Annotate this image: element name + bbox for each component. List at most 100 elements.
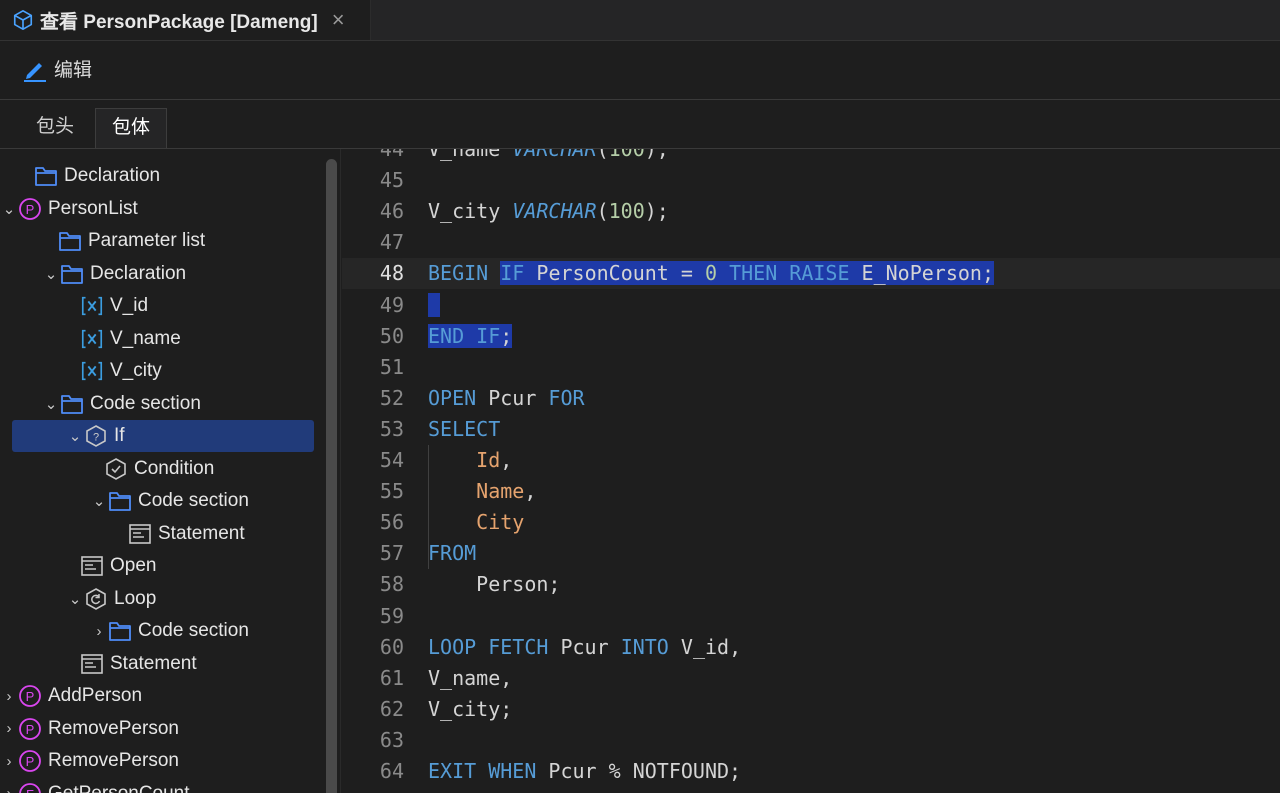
tree-item-label: Condition xyxy=(134,457,215,479)
code-line[interactable]: 46 V_city VARCHAR(100); xyxy=(342,196,1280,227)
tree-item-addperson[interactable]: › P AddPerson xyxy=(0,680,320,712)
tree-scrollbar[interactable] xyxy=(326,159,337,793)
code-line[interactable]: 63 xyxy=(342,725,1280,756)
chevron-right-icon[interactable]: › xyxy=(90,623,108,640)
tree-item-condition[interactable]: Condition xyxy=(0,453,320,485)
tree-item-open[interactable]: Open xyxy=(0,550,320,582)
code-text: BEGIN IF PersonCount = 0 THEN RAISE E_No… xyxy=(428,261,995,286)
code-line[interactable]: 51 xyxy=(342,352,1280,383)
line-number: 57 xyxy=(379,541,404,566)
code-line[interactable]: 49 xyxy=(342,290,1280,321)
line-number: 49 xyxy=(379,292,404,317)
chevron-down-icon[interactable]: ⌄ xyxy=(42,395,60,413)
tree-item-code-section[interactable]: › Code section xyxy=(0,615,320,647)
code-line[interactable]: 45 xyxy=(342,165,1280,196)
code-line[interactable]: 55 Name, xyxy=(342,476,1280,507)
code-line[interactable]: 59 xyxy=(342,601,1280,632)
chevron-down-icon[interactable]: ⌄ xyxy=(42,265,60,283)
tree-item-v_id[interactable]: V_id xyxy=(0,290,320,322)
code-text: City xyxy=(476,510,525,535)
if-icon: ? xyxy=(84,424,108,448)
tree-item-label: Loop xyxy=(114,587,157,609)
code-text xyxy=(428,290,441,321)
tree-item-declaration[interactable]: ⌄ Declaration xyxy=(0,258,320,290)
tree-item-v_city[interactable]: V_city xyxy=(0,355,320,387)
chevron-down-icon[interactable]: ⌄ xyxy=(66,590,84,608)
svg-text:P: P xyxy=(26,202,35,217)
tree-item-if[interactable]: ⌄? If xyxy=(12,420,314,452)
chevron-down-icon[interactable]: ⌄ xyxy=(90,492,108,510)
line-number: 54 xyxy=(379,448,404,472)
code-text: V_city; xyxy=(428,696,513,721)
chevron-right-icon[interactable]: › xyxy=(0,785,18,793)
svg-text:F: F xyxy=(26,787,34,793)
chevron-down-icon[interactable]: ⌄ xyxy=(0,200,18,218)
tree-item-removeperson[interactable]: › P RemovePerson xyxy=(0,713,320,745)
tree-item-removeperson[interactable]: › P RemovePerson xyxy=(0,745,320,777)
tree-item-v_name[interactable]: V_name xyxy=(0,323,320,355)
tree-item-personlist[interactable]: ⌄ P PersonList xyxy=(0,193,320,225)
code-line[interactable]: 54 Id, xyxy=(342,445,1280,476)
svg-text:?: ? xyxy=(93,432,99,444)
tree-item-label: V_city xyxy=(110,360,162,381)
tree-item-label: V_name xyxy=(110,327,181,349)
code-line[interactable]: 50 END IF; xyxy=(342,321,1280,352)
chevron-right-icon[interactable]: › xyxy=(0,688,18,705)
code-editor[interactable]: 44 V_name VARCHAR(100); 45 46 V_city VARCHAR… xyxy=(342,149,1280,793)
package-cube-icon xyxy=(13,10,33,30)
code-line[interactable]: 44 V_name VARCHAR(100); xyxy=(342,149,1280,165)
folder-icon xyxy=(60,392,84,416)
code-line[interactable]: 62 V_city; xyxy=(342,694,1280,725)
tab-person-package[interactable]: 查看 PersonPackage [Dameng] × xyxy=(0,0,371,40)
code-line[interactable]: 48 BEGIN IF PersonCount = 0 THEN RAISE E_… xyxy=(342,258,1280,290)
code-line[interactable]: 60 LOOP FETCH Pcur INTO V_id, xyxy=(342,632,1280,663)
chevron-right-icon[interactable]: › xyxy=(0,720,18,737)
line-number: 56 xyxy=(379,510,404,535)
indent-guide xyxy=(428,445,429,570)
line-number: 59 xyxy=(379,603,404,628)
svg-text:P: P xyxy=(26,722,35,737)
tree-item-label: Statement xyxy=(110,652,197,674)
line-number: 51 xyxy=(379,354,404,379)
procedure-icon: P xyxy=(18,717,42,741)
chevron-down-icon[interactable]: ⌄ xyxy=(66,427,84,445)
tab-package-body[interactable]: 包体 xyxy=(95,108,168,148)
line-number: 64 xyxy=(379,759,404,783)
tree-item-label: Declaration xyxy=(90,262,187,284)
code-line[interactable]: 56 City xyxy=(342,507,1280,538)
code-line[interactable]: 57 FROM xyxy=(342,538,1280,569)
code-line[interactable]: 58 Person; xyxy=(342,569,1280,600)
svg-text:P: P xyxy=(26,754,35,769)
code-text: EXIT WHEN Pcur % NOTFOUND; xyxy=(428,759,742,783)
tree-item-declaration[interactable]: Declaration xyxy=(0,160,320,192)
statement-icon xyxy=(128,522,152,546)
line-number: 58 xyxy=(379,572,404,597)
tree-item-label: Code section xyxy=(90,392,201,414)
tree-item-code-section[interactable]: ⌄ Code section xyxy=(0,388,320,420)
tree-item-label: PersonList xyxy=(48,197,138,219)
tree-item-code-section[interactable]: ⌄ Code section xyxy=(0,485,320,517)
tree-item-parameter-list[interactable]: Parameter list xyxy=(0,225,320,257)
code-text: Name, xyxy=(476,479,537,504)
edit-button[interactable]: 编辑 xyxy=(22,55,92,82)
tab-package-header[interactable]: 包头 xyxy=(20,108,90,148)
chevron-right-icon[interactable]: › xyxy=(0,753,18,770)
tree-item-loop[interactable]: ⌄ Loop xyxy=(0,583,320,615)
code-line[interactable]: 61 V_name, xyxy=(342,663,1280,694)
code-text: V_city VARCHAR(100); xyxy=(428,199,669,224)
code-line[interactable]: 52 OPEN Pcur FOR xyxy=(342,383,1280,414)
close-icon[interactable]: × xyxy=(332,9,345,31)
tree-item-label: Open xyxy=(110,555,157,576)
code-line[interactable]: 53 SELECT xyxy=(342,414,1280,445)
code-text: Person; xyxy=(428,572,561,597)
code-line[interactable]: 47 xyxy=(342,227,1280,258)
statement-icon xyxy=(80,554,104,578)
tree-item-statement[interactable]: Statement xyxy=(0,518,320,550)
line-number: 48 xyxy=(379,261,404,286)
tree-item-statement[interactable]: Statement xyxy=(0,648,320,680)
line-number: 63 xyxy=(379,727,404,752)
folder-icon xyxy=(108,619,132,643)
tree-item-getpersoncount[interactable]: › F GetPersonCount xyxy=(0,778,320,793)
code-line[interactable]: 64 EXIT WHEN Pcur % NOTFOUND; xyxy=(342,756,1280,787)
line-number: 52 xyxy=(379,385,404,410)
